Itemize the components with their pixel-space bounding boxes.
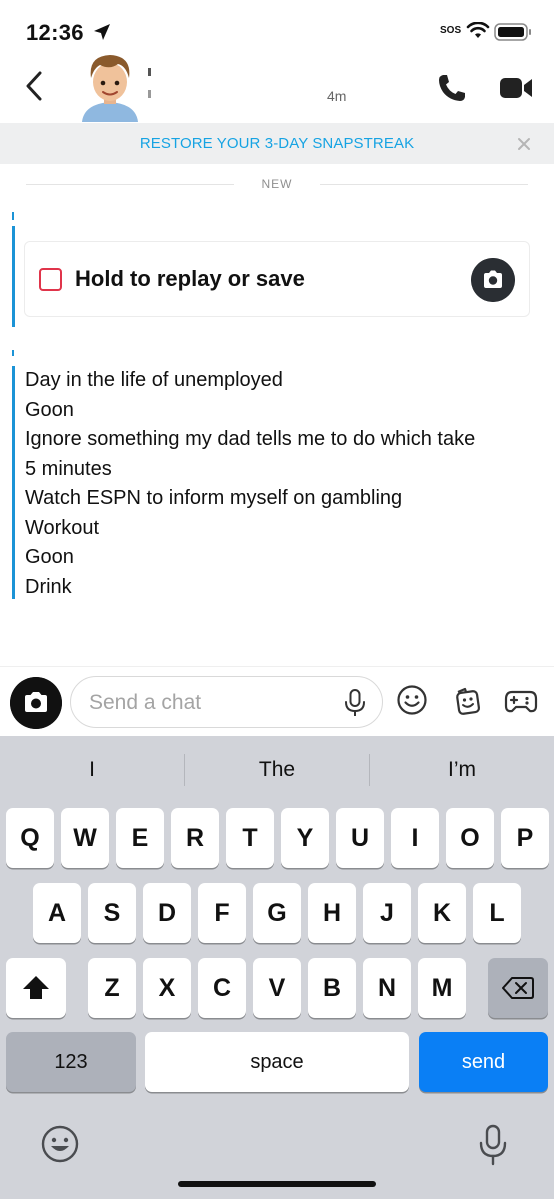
suggestion-3[interactable]: I’m bbox=[370, 758, 554, 782]
key-w[interactable]: W bbox=[61, 808, 109, 868]
key-o[interactable]: O bbox=[446, 808, 494, 868]
smiley-icon[interactable] bbox=[396, 684, 428, 716]
snap-unopened-icon bbox=[39, 268, 62, 291]
suggestion-2[interactable]: The bbox=[185, 758, 369, 782]
key-m[interactable]: M bbox=[418, 958, 466, 1018]
battery-icon bbox=[494, 23, 531, 41]
keyboard: I The I’m Q W E R T Y U I O P A S D F G … bbox=[0, 736, 554, 1199]
divider-line-right bbox=[320, 184, 528, 185]
message-line: Watch ESPN to inform myself on gambling bbox=[25, 487, 403, 509]
new-messages-divider: NEW bbox=[26, 175, 528, 195]
shift-key[interactable] bbox=[6, 958, 66, 1018]
text-message: Day in the life of unemployed Goon Ignor… bbox=[25, 366, 545, 602]
avatar[interactable] bbox=[74, 46, 146, 122]
sos-indicator: SOS bbox=[440, 25, 462, 36]
sender-marker bbox=[12, 350, 14, 356]
message-line: Drink bbox=[25, 575, 72, 598]
key-t[interactable]: T bbox=[226, 808, 274, 868]
space-key[interactable]: space bbox=[145, 1032, 409, 1092]
key-j[interactable]: J bbox=[363, 883, 411, 943]
numbers-key[interactable]: 123 bbox=[6, 1032, 136, 1092]
send-key[interactable]: send bbox=[419, 1032, 548, 1092]
predictive-suggestions: I The I’m bbox=[0, 736, 554, 804]
key-g[interactable]: G bbox=[253, 883, 301, 943]
suggestion-1[interactable]: I bbox=[0, 758, 184, 782]
message-line: 5 minutes bbox=[25, 457, 112, 480]
phone-icon[interactable] bbox=[436, 72, 468, 104]
video-icon[interactable] bbox=[498, 74, 534, 102]
contact-name-redacted bbox=[148, 66, 298, 98]
message-line: Ignore something my dad tells me to do w… bbox=[25, 428, 476, 450]
camera-icon[interactable] bbox=[471, 258, 515, 302]
snap-message[interactable]: Hold to replay or save bbox=[24, 241, 530, 317]
key-s[interactable]: S bbox=[88, 883, 136, 943]
last-seen: 4m bbox=[327, 88, 347, 104]
key-x[interactable]: X bbox=[143, 958, 191, 1018]
key-v[interactable]: V bbox=[253, 958, 301, 1018]
chat-input[interactable] bbox=[70, 676, 383, 728]
microphone-icon[interactable] bbox=[343, 688, 367, 718]
key-h[interactable]: H bbox=[308, 883, 356, 943]
shift-icon bbox=[23, 976, 49, 999]
delete-key[interactable] bbox=[488, 958, 548, 1018]
game-controller-icon[interactable] bbox=[504, 686, 538, 716]
key-a[interactable]: A bbox=[33, 883, 81, 943]
send-chat-field[interactable] bbox=[89, 689, 329, 717]
message-line: Goon bbox=[25, 546, 74, 568]
message-accent-bar bbox=[12, 366, 15, 599]
key-i[interactable]: I bbox=[391, 808, 439, 868]
camera-button[interactable] bbox=[10, 677, 62, 729]
snapstreak-banner: RESTORE YOUR 3-DAY SNAPSTREAK bbox=[0, 123, 554, 164]
message-line: Goon bbox=[25, 398, 74, 421]
delete-icon bbox=[502, 977, 534, 999]
chat-header: 4m bbox=[0, 55, 554, 122]
key-q[interactable]: Q bbox=[6, 808, 54, 868]
sticker-icon[interactable] bbox=[452, 684, 484, 716]
wifi-icon bbox=[466, 22, 490, 38]
key-e[interactable]: E bbox=[116, 808, 164, 868]
back-chevron-icon[interactable] bbox=[20, 68, 48, 104]
key-z[interactable]: Z bbox=[88, 958, 136, 1018]
message-line: Day in the life of unemployed bbox=[25, 369, 283, 391]
restore-snapstreak-link[interactable]: RESTORE YOUR 3-DAY SNAPSTREAK bbox=[0, 135, 554, 152]
key-u[interactable]: U bbox=[336, 808, 384, 868]
key-n[interactable]: N bbox=[363, 958, 411, 1018]
sender-marker bbox=[12, 212, 14, 220]
status-time: 12:36 bbox=[26, 20, 84, 45]
dictation-microphone-icon[interactable] bbox=[478, 1124, 508, 1166]
key-b[interactable]: B bbox=[308, 958, 356, 1018]
message-accent-bar bbox=[12, 226, 15, 327]
message-line: Workout bbox=[25, 516, 100, 539]
home-indicator bbox=[178, 1181, 376, 1187]
emoji-icon[interactable] bbox=[40, 1124, 80, 1164]
key-l[interactable]: L bbox=[473, 883, 521, 943]
key-r[interactable]: R bbox=[171, 808, 219, 868]
key-k[interactable]: K bbox=[418, 883, 466, 943]
key-p[interactable]: P bbox=[501, 808, 549, 868]
key-c[interactable]: C bbox=[198, 958, 246, 1018]
location-arrow-icon bbox=[94, 24, 110, 40]
key-y[interactable]: Y bbox=[281, 808, 329, 868]
close-icon[interactable] bbox=[515, 135, 533, 153]
key-f[interactable]: F bbox=[198, 883, 246, 943]
key-d[interactable]: D bbox=[143, 883, 191, 943]
snap-label: Hold to replay or save bbox=[75, 266, 305, 291]
